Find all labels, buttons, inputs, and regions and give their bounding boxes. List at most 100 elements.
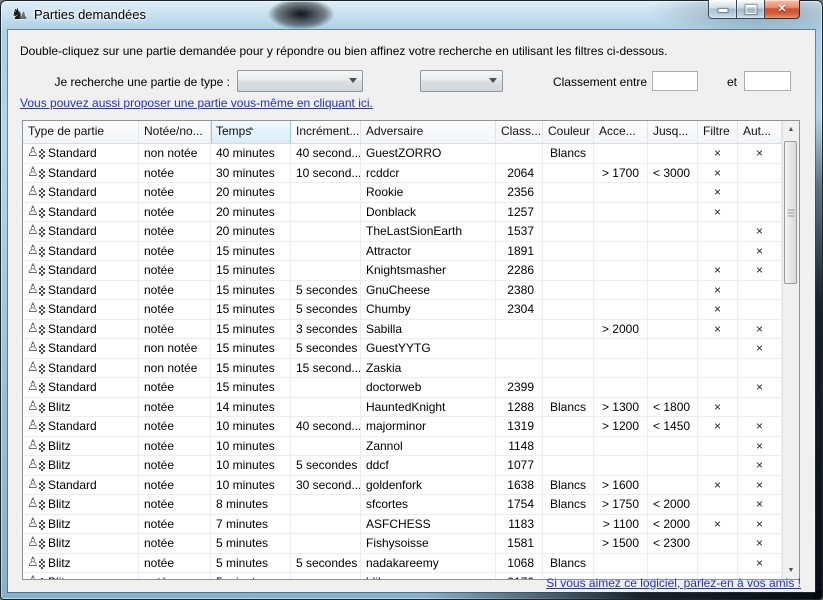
cell: GnuCheese (361, 281, 496, 301)
cell: 1288 (496, 398, 543, 418)
table-row[interactable]: ♙Standardnon notée15 minutes15 second...… (23, 359, 782, 379)
table-row[interactable]: ♙Standardnotée10 minutes30 second...gold… (23, 476, 782, 496)
cell: 2380 (496, 281, 543, 301)
table-row[interactable]: ♙Blitznotée14 minutesHauntedKnight1288Bl… (23, 398, 782, 418)
table-row[interactable]: ♙Standardnotée10 minutes40 second...majo… (23, 417, 782, 437)
pawn-checkerboard-icon: ♙ (27, 244, 45, 258)
game-type-text: Standard (48, 261, 97, 279)
cell (594, 359, 648, 379)
cell (738, 164, 782, 184)
table-row[interactable]: ♙Blitznotée7 minutesASFCHESS1183> 1100< … (23, 515, 782, 535)
cell (594, 378, 648, 398)
table-row[interactable]: ♙Standardnotée20 minutesRookie2356× (23, 183, 782, 203)
titlebar: ♞♟ Parties demandées ✕ (0, 0, 823, 30)
column-header-aut[interactable]: Aut... (738, 121, 782, 144)
column-header-incrément[interactable]: Incrément... (291, 121, 361, 144)
column-header-typedepartie[interactable]: Type de partie (23, 121, 139, 144)
table-row[interactable]: ♙Blitznotée5 minutes5 secondesnadakareem… (23, 554, 782, 574)
table-row[interactable]: ♙Standardnon notée15 minutes5 secondesGu… (23, 339, 782, 359)
cell: 40 second... (291, 417, 361, 437)
table-row[interactable]: ♙Standardnotée15 minutes5 secondesChumby… (23, 300, 782, 320)
cell: × (738, 242, 782, 262)
game-type-select[interactable] (237, 70, 363, 92)
game-type-cell: ♙Standard (23, 300, 139, 320)
table-row[interactable]: ♙Blitznotée10 minutesZannol1148× (23, 437, 782, 457)
table-row[interactable]: ♙Standardnotée15 minutesdoctorweb2399× (23, 378, 782, 398)
cell: Zannol (361, 437, 496, 457)
game-type-cell: ♙Standard (23, 261, 139, 281)
game-type-select-secondary[interactable] (420, 70, 503, 92)
pawn-checkerboard-icon: ♙ (27, 263, 45, 277)
cell (496, 320, 543, 340)
game-type-text: Blitz (48, 554, 71, 572)
column-header-class[interactable]: Class... (496, 121, 543, 144)
maximize-button[interactable] (737, 0, 765, 19)
cell (543, 320, 594, 340)
cell: > 1750 (594, 495, 648, 515)
column-header-adversaire[interactable]: Adversaire (361, 121, 496, 144)
cell: > 1100 (594, 515, 648, 535)
games-table: Type de partieNotée/no...Temps▲Incrément… (22, 120, 800, 580)
share-software-link[interactable]: Si vous aimez ce logiciel, parlez-en à v… (546, 576, 801, 590)
minimize-button[interactable] (708, 0, 737, 19)
cell (648, 183, 698, 203)
table-row[interactable]: ♙Standardnotée30 minutes10 second...rcdd… (23, 164, 782, 184)
table-row[interactable]: ♙Standardnotée15 minutes3 secondesSabill… (23, 320, 782, 340)
game-type-cell: ♙Blitz (23, 398, 139, 418)
cell: blik (361, 573, 496, 579)
table-row[interactable]: ♙Standardnotée15 minutes5 secondesGnuChe… (23, 281, 782, 301)
cell: 5 secondes (291, 554, 361, 574)
table-row[interactable]: ♙Standardnotée15 minutesAttractor1891× (23, 242, 782, 262)
cell: 15 minutes (211, 320, 291, 340)
game-type-text: Standard (48, 300, 97, 318)
cell (496, 144, 543, 164)
client-area: Double-cliquez sur une partie demandée p… (8, 30, 815, 592)
column-header-label: Filtre (703, 124, 730, 138)
cell (594, 144, 648, 164)
cell (594, 261, 648, 281)
cell (738, 203, 782, 223)
cell: × (738, 495, 782, 515)
cell: × (698, 203, 738, 223)
cell: 5 secondes (291, 300, 361, 320)
column-header-notéeno[interactable]: Notée/no... (139, 121, 211, 144)
column-header-temps[interactable]: Temps▲ (211, 121, 291, 144)
game-type-cell: ♙Standard (23, 144, 139, 164)
table-row[interactable]: ♙Standardnotée20 minutesTheLastSionEarth… (23, 222, 782, 242)
scrollbar-thumb[interactable] (784, 141, 797, 284)
cell: 10 second... (291, 164, 361, 184)
table-row[interactable]: ♙Blitznotée5 minutesFishysoisse1581> 150… (23, 534, 782, 554)
game-type-cell: ♙Blitz (23, 554, 139, 574)
table-row[interactable]: ♙Blitznotée10 minutes5 secondesddcf1077× (23, 456, 782, 476)
close-button[interactable]: ✕ (765, 0, 800, 19)
app-chess-icon: ♞♟ (11, 5, 29, 23)
column-header-filtre[interactable]: Filtre (698, 121, 738, 144)
cell: 10 minutes (211, 437, 291, 457)
cell: HauntedKnight (361, 398, 496, 418)
table-row[interactable]: ♙Standardnotée20 minutesDonblack1257× (23, 203, 782, 223)
cell: 5 minutes (211, 534, 291, 554)
propose-game-link[interactable]: Vous pouvez aussi proposer une partie vo… (20, 96, 373, 110)
column-header-couleur[interactable]: Couleur (543, 121, 594, 144)
game-type-cell: ♙Standard (23, 359, 139, 379)
cell: 30 minutes (211, 164, 291, 184)
table-row[interactable]: ♙Blitznotée8 minutessfcortes1754Blancs> … (23, 495, 782, 515)
scroll-up-button[interactable]: ▲ (783, 121, 799, 138)
cell: notée (139, 398, 211, 418)
cell (648, 242, 698, 262)
rating-min-input[interactable] (652, 71, 698, 91)
table-row[interactable]: ♙Standardnotée15 minutesKnightsmasher228… (23, 261, 782, 281)
column-header-jusq[interactable]: Jusq... (648, 121, 698, 144)
column-header-acce[interactable]: Acce... (594, 121, 648, 144)
rating-max-input[interactable] (744, 71, 791, 91)
vertical-scrollbar[interactable]: ▲ ▼ (782, 121, 799, 579)
table-row[interactable]: ♙Standardnon notée40 minutes40 second...… (23, 144, 782, 164)
cell: non notée (139, 359, 211, 379)
game-type-text: Blitz (48, 398, 71, 416)
cell: 15 minutes (211, 261, 291, 281)
pawn-checkerboard-icon: ♙ (27, 146, 45, 160)
game-type-text: Standard (48, 417, 97, 435)
rating-between-label: Classement entre (520, 75, 647, 89)
game-type-label: Je recherche une partie de type : (8, 75, 230, 89)
cell: 20 minutes (211, 183, 291, 203)
